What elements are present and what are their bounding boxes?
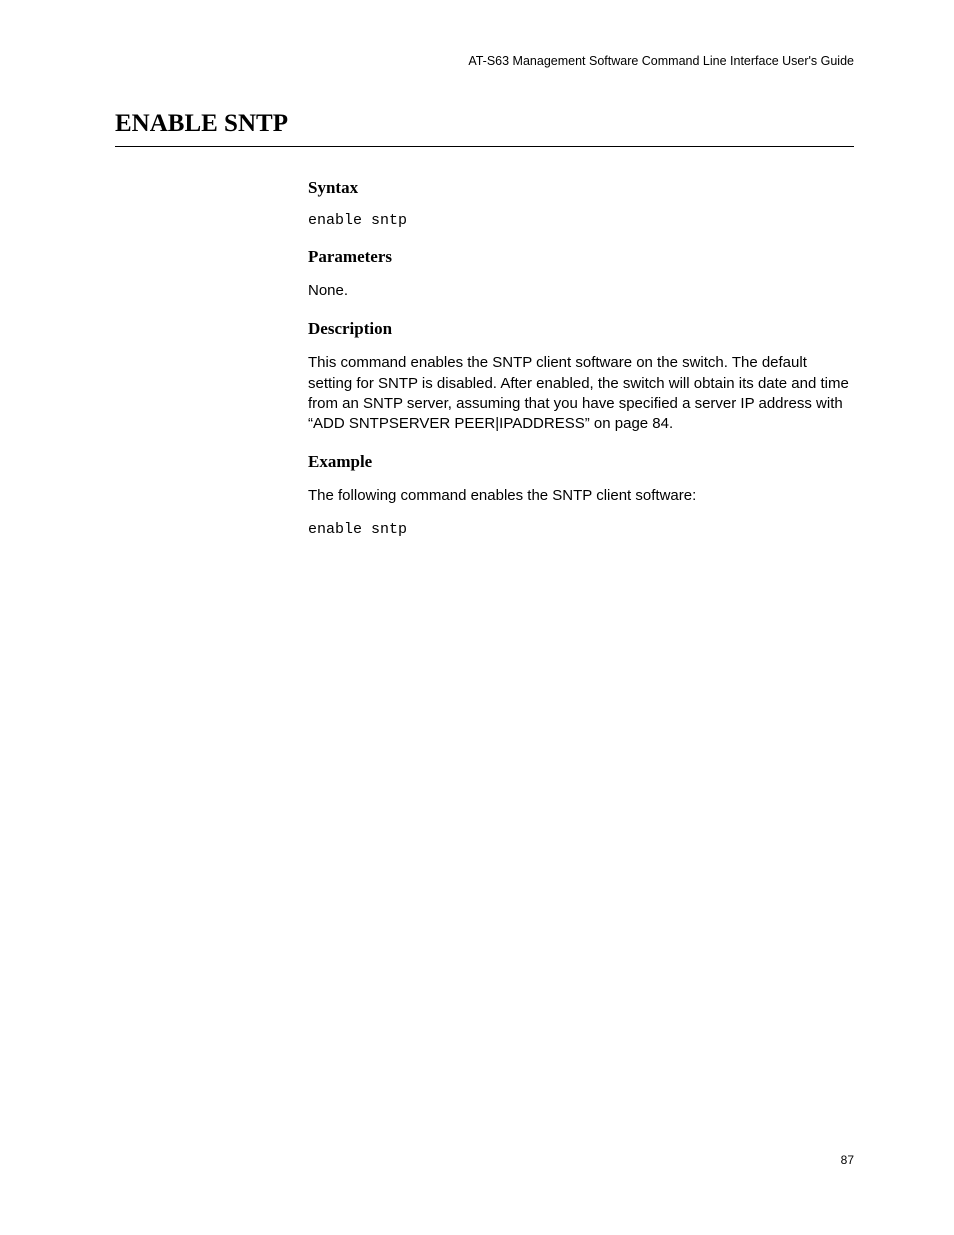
syntax-command: enable sntp — [308, 212, 854, 229]
description-text: This command enables the SNTP client sof… — [308, 353, 854, 434]
page-header: AT-S63 Management Software Command Line … — [468, 54, 854, 68]
syntax-heading: Syntax — [308, 178, 854, 198]
page-title: ENABLE SNTP — [115, 110, 854, 147]
example-command: enable sntp — [308, 521, 854, 538]
page-number: 87 — [841, 1153, 854, 1167]
content-area: Syntax enable sntp Parameters None. Desc… — [308, 178, 854, 542]
parameters-heading: Parameters — [308, 247, 854, 267]
description-heading: Description — [308, 319, 854, 339]
example-heading: Example — [308, 452, 854, 472]
parameters-text: None. — [308, 281, 854, 301]
example-text: The following command enables the SNTP c… — [308, 486, 854, 506]
